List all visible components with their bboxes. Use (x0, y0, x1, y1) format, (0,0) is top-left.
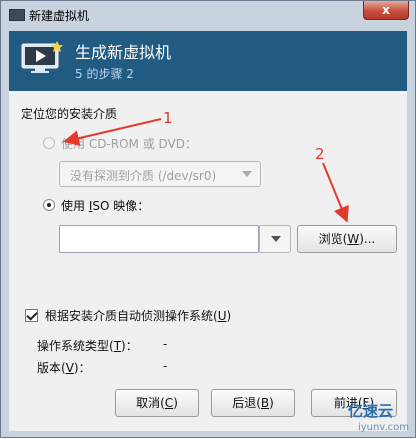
watermark-logo: 亿速云 (347, 402, 393, 420)
dialog-window: 新建虚拟机 x 生成新虚拟机 5 的步骤 2 定位您的安装介质 使用 CD-RO… (0, 0, 416, 438)
annotation-arrow-1 (63, 118, 162, 147)
annotation-number-1: 1 (163, 109, 173, 127)
annotation-overlay (63, 118, 349, 223)
annotation-arrow-2 (322, 162, 349, 223)
watermark-url: iyunv.com (357, 422, 409, 433)
annotation-number-2: 2 (315, 145, 325, 163)
